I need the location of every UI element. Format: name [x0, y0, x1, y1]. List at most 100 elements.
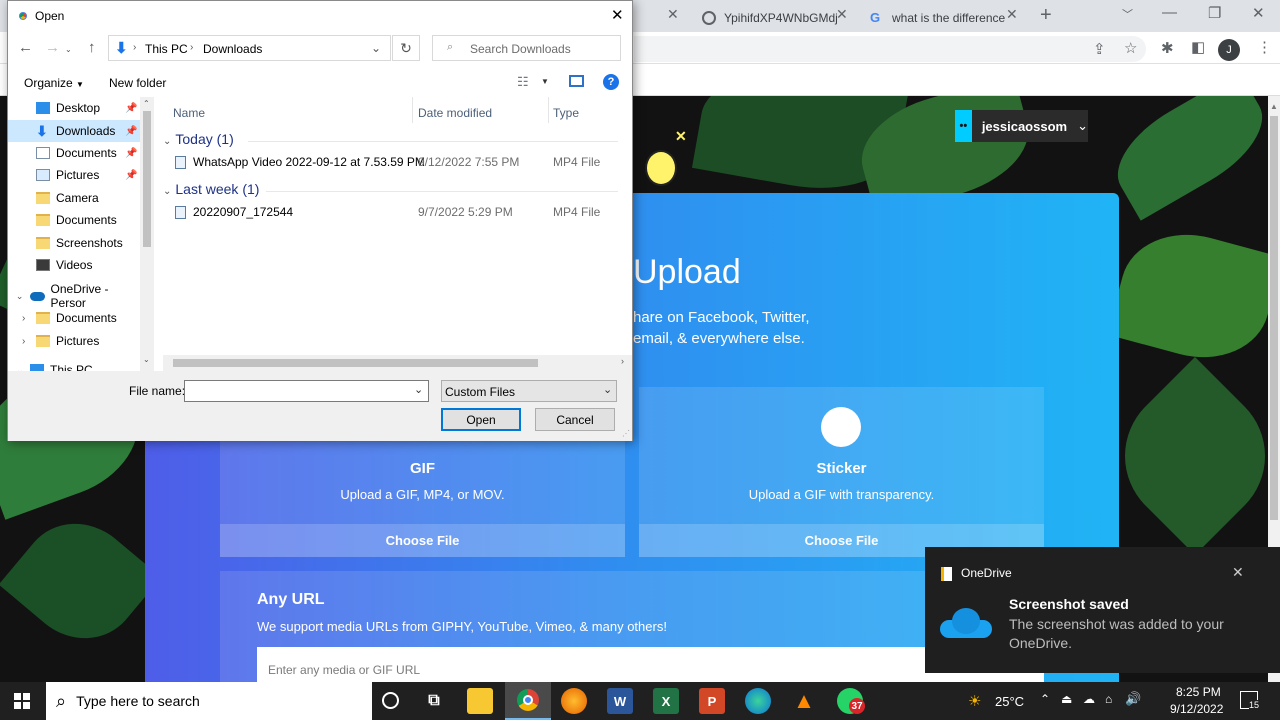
- sticker-upload-card[interactable]: Sticker Upload a GIF with transparency. …: [639, 387, 1044, 557]
- file-explorer-icon[interactable]: [467, 688, 493, 714]
- nav-item-documents[interactable]: Documents: [8, 209, 146, 231]
- nav-pane-scrollbar[interactable]: ⌃ ⌄: [140, 97, 154, 371]
- back-arrow-icon[interactable]: ←: [18, 39, 33, 56]
- weather-icon[interactable]: ☀: [968, 692, 981, 710]
- chrome-taskbar-button[interactable]: [505, 682, 551, 720]
- file-pane-horizontal-scrollbar[interactable]: ›: [163, 355, 632, 371]
- onedrive-tray-icon[interactable]: ☁: [1083, 692, 1095, 706]
- share-icon[interactable]: ⇪: [1093, 40, 1106, 58]
- profile-avatar[interactable]: J: [1218, 39, 1240, 61]
- expand-chevron-icon[interactable]: ›: [22, 336, 36, 347]
- task-view-icon[interactable]: ⧉: [421, 688, 447, 714]
- cortana-icon[interactable]: [382, 692, 399, 709]
- scrollbar-thumb[interactable]: [173, 359, 538, 367]
- scroll-right-arrow[interactable]: ›: [621, 356, 624, 366]
- tab-search-icon[interactable]: ﹀: [1122, 6, 1133, 22]
- nav-item-onedrive[interactable]: ⌄ OneDrive - Persor: [8, 282, 146, 310]
- cancel-button[interactable]: Cancel: [535, 408, 615, 431]
- toast-close-icon[interactable]: ✕: [1232, 564, 1244, 581]
- tab-what-is-the-difference[interactable]: G what is the difference: [860, 4, 1030, 32]
- nav-item-pictures-pinned[interactable]: Pictures 📌: [8, 164, 146, 186]
- minimize-icon[interactable]: —: [1162, 4, 1177, 21]
- onedrive-notification[interactable]: OneDrive ✕ Screenshot saved The screensh…: [925, 547, 1280, 673]
- new-folder-button[interactable]: New folder: [109, 76, 166, 90]
- help-icon[interactable]: ?: [603, 74, 619, 90]
- gif-choose-file-button[interactable]: Choose File: [220, 524, 625, 557]
- file-name-input[interactable]: ⌄: [184, 380, 429, 402]
- taskbar-search-box[interactable]: ⌕ Type here to search: [46, 682, 372, 720]
- vlc-icon[interactable]: ▲: [791, 688, 817, 714]
- dialog-close-icon[interactable]: ✕: [611, 6, 624, 24]
- group-header-last-week[interactable]: ⌄ Last week (1): [163, 181, 259, 197]
- nav-item-camera[interactable]: Camera: [8, 187, 146, 209]
- new-tab-button[interactable]: +: [1040, 4, 1052, 27]
- open-button[interactable]: Open: [441, 408, 521, 431]
- tab-ypihif[interactable]: YpihifdXP4WNbGMdj: [690, 4, 860, 32]
- view-options-icon[interactable]: ☷: [517, 74, 529, 90]
- file-row[interactable]: 20220907_172544 9/7/2022 5:29 PM MP4 Fil…: [175, 201, 615, 223]
- close-window-icon[interactable]: ✕: [1252, 4, 1265, 22]
- nav-item-desktop[interactable]: Desktop 📌: [8, 97, 146, 119]
- address-breadcrumb[interactable]: ⬇ › This PC › Downloads ⌄: [108, 35, 391, 61]
- usb-icon[interactable]: ⏏: [1061, 692, 1072, 706]
- recent-locations-chevron-icon[interactable]: ⌄: [65, 45, 72, 54]
- expand-chevron-icon[interactable]: ⌄: [16, 291, 30, 302]
- column-header-date-modified[interactable]: Date modified: [418, 106, 492, 120]
- preview-pane-icon[interactable]: [569, 75, 584, 87]
- file-row[interactable]: WhatsApp Video 2022-09-12 at 7.53.59 PM …: [175, 151, 615, 173]
- resize-grip-icon[interactable]: ⋰: [622, 429, 630, 438]
- expand-chevron-icon[interactable]: ›: [22, 313, 36, 324]
- nav-item-documents-pinned[interactable]: Documents 📌: [8, 142, 146, 164]
- word-icon[interactable]: W: [607, 688, 633, 714]
- user-menu-button[interactable]: •• jessicaossom ⌄: [955, 110, 1088, 142]
- nav-item-onedrive-pictures[interactable]: › Pictures: [8, 330, 146, 352]
- clock-date[interactable]: 9/12/2022: [1170, 702, 1223, 716]
- column-header-name[interactable]: Name: [173, 106, 205, 120]
- firefox-icon[interactable]: [561, 688, 587, 714]
- show-hidden-icons[interactable]: ⌃: [1040, 692, 1050, 706]
- breadcrumb-dropdown-icon[interactable]: ⌄: [371, 41, 381, 55]
- column-header-type[interactable]: Type: [553, 106, 579, 120]
- bookmark-star-icon[interactable]: ☆: [1124, 39, 1137, 57]
- nav-item-this-pc[interactable]: ⌄ This PC: [8, 359, 146, 371]
- network-icon[interactable]: ⌂: [1105, 692, 1112, 706]
- scroll-down-arrow[interactable]: ⌄: [143, 355, 150, 364]
- powerpoint-icon[interactable]: P: [699, 688, 725, 714]
- volume-icon[interactable]: 🔊: [1125, 691, 1141, 707]
- search-downloads-input[interactable]: ⌕ Search Downloads: [432, 35, 621, 61]
- tab-close-button[interactable]: ✕: [667, 6, 679, 23]
- scrollbar-thumb[interactable]: [143, 111, 151, 247]
- group-header-today[interactable]: ⌄ Today (1): [163, 131, 234, 147]
- edge-icon[interactable]: [745, 688, 771, 714]
- dialog-title-bar: Open ✕: [8, 1, 632, 31]
- organize-button[interactable]: Organize ▼: [24, 76, 84, 90]
- up-arrow-icon[interactable]: ↑: [88, 39, 96, 56]
- nav-item-videos[interactable]: Videos: [8, 254, 146, 276]
- file-name-dropdown-icon[interactable]: ⌄: [414, 383, 423, 396]
- clock-time[interactable]: 8:25 PM: [1176, 685, 1221, 699]
- scrollbar-thumb[interactable]: [1270, 116, 1278, 520]
- excel-icon[interactable]: X: [653, 688, 679, 714]
- breadcrumb-this-pc[interactable]: This PC: [145, 42, 188, 56]
- file-type-select[interactable]: Custom Files ⌄: [441, 380, 617, 402]
- forward-arrow-icon[interactable]: →: [45, 39, 60, 56]
- breadcrumb-downloads[interactable]: Downloads: [203, 42, 262, 56]
- scroll-up-arrow[interactable]: ⌃: [143, 99, 150, 108]
- windows-start-icon[interactable]: [14, 693, 30, 709]
- weather-temperature[interactable]: 25°C: [995, 694, 1024, 709]
- scroll-up-arrow[interactable]: ▲: [1270, 102, 1278, 111]
- address-bar[interactable]: [634, 36, 1146, 62]
- whatsapp-icon[interactable]: 37: [837, 688, 865, 714]
- view-dropdown-icon[interactable]: ▼: [541, 77, 549, 86]
- menu-icon[interactable]: ⋮: [1257, 38, 1272, 56]
- nav-item-onedrive-documents[interactable]: › Documents: [8, 307, 146, 329]
- refresh-icon[interactable]: ↻: [392, 35, 420, 61]
- side-panel-icon[interactable]: ◧: [1191, 38, 1205, 56]
- notification-center-icon[interactable]: 15: [1240, 691, 1260, 710]
- restore-icon[interactable]: ❐: [1208, 4, 1221, 22]
- extensions-icon[interactable]: ✱: [1161, 39, 1174, 57]
- tab-close-button[interactable]: ✕: [1006, 6, 1018, 23]
- nav-item-downloads[interactable]: ⬇ Downloads 📌: [8, 120, 146, 142]
- nav-item-screenshots[interactable]: Screenshots: [8, 232, 146, 254]
- tab-close-button[interactable]: ✕: [836, 6, 848, 23]
